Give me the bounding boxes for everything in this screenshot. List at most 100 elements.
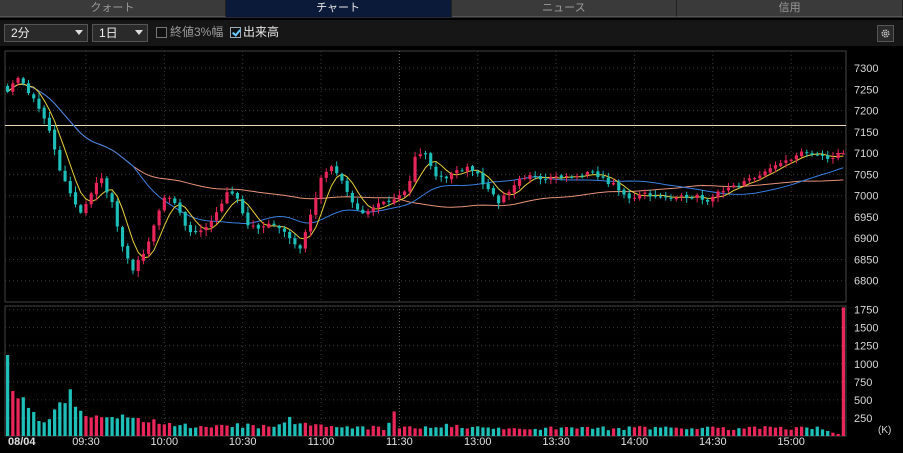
candle-body: [282, 228, 287, 232]
volume-bar: [585, 426, 590, 436]
candle-body: [167, 197, 172, 199]
volume-bar: [439, 427, 443, 436]
volume-bar: [79, 410, 83, 436]
candle-body: [627, 193, 631, 199]
candle-body: [277, 225, 281, 229]
volume-bar: [523, 429, 527, 436]
volume-bar: [16, 398, 20, 436]
volume-bar: [648, 429, 652, 436]
candle-body: [444, 176, 448, 179]
volume-bar: [538, 429, 543, 436]
volume-bar: [267, 426, 271, 436]
candle-body: [481, 172, 485, 185]
volume-bar: [611, 428, 616, 436]
candle-body: [141, 253, 145, 261]
tab-quote[interactable]: クォート: [0, 0, 226, 17]
candle-body: [408, 180, 412, 192]
volume-bar: [653, 427, 657, 436]
candle-body: [622, 189, 626, 195]
settings-button[interactable]: [877, 25, 894, 42]
volume-bar: [700, 427, 704, 436]
candle-body: [601, 176, 605, 178]
volume-checkbox[interactable]: [230, 27, 241, 38]
volume-bar: [230, 427, 234, 436]
candle-body: [836, 154, 840, 158]
volume-bar: [732, 429, 736, 436]
volume-bar: [638, 426, 642, 436]
candle-body: [256, 224, 260, 229]
volume-bar: [533, 428, 537, 436]
volume-bar: [517, 428, 522, 436]
volume-bar: [73, 406, 78, 436]
volume-bar: [366, 429, 370, 436]
volume-bar: [491, 428, 496, 436]
candle-body: [214, 212, 219, 221]
volume-bar: [162, 424, 166, 436]
candle-body: [340, 174, 344, 181]
price-chart[interactable]: 7300 7250 7200 7150 7100 7050 7000 6950 6900 6850…: [0, 46, 903, 453]
candle-body: [392, 199, 396, 204]
interval-select[interactable]: 2分: [4, 24, 88, 42]
candle-body: [465, 166, 469, 172]
volume-tick-label: 250: [854, 413, 872, 425]
volume-bar: [721, 427, 725, 436]
volume-bar: [308, 425, 313, 436]
volume-bar: [742, 428, 746, 436]
candle-body: [455, 170, 459, 174]
tab-news[interactable]: ニュース: [451, 0, 678, 17]
candle-body: [669, 197, 673, 199]
volume-bar: [361, 426, 365, 436]
period-select[interactable]: 1日: [92, 24, 148, 42]
time-tick-label: 10:30: [229, 436, 257, 448]
volume-bar: [408, 426, 412, 436]
candle-body: [632, 197, 637, 199]
time-tick-label: 13:30: [542, 436, 570, 448]
candle-body: [700, 194, 704, 200]
volume-bar: [89, 417, 93, 436]
volume-bar: [188, 428, 193, 436]
volume-bar: [486, 427, 490, 436]
volume-bar: [209, 427, 213, 436]
candle-body: [497, 195, 501, 204]
candle-body: [611, 182, 616, 185]
volume-bar: [575, 428, 579, 436]
volume-bar: [199, 426, 203, 436]
candle-body: [789, 159, 793, 161]
volume-bar: [497, 427, 501, 436]
volume-bar: [470, 427, 475, 436]
candle-body: [303, 232, 307, 249]
volume-label: 出来高: [243, 25, 280, 39]
volume-bar: [507, 428, 511, 436]
candle-body: [831, 157, 835, 159]
volume-bar: [5, 355, 10, 436]
close-3pct-checkbox[interactable]: [156, 27, 167, 38]
volume-bar: [601, 426, 605, 436]
candle-body: [6, 86, 10, 92]
volume-tick-label: 1250: [854, 341, 878, 353]
volume-bar: [68, 389, 72, 436]
volume-bar: [481, 427, 485, 436]
candle-body: [53, 129, 57, 150]
volume-bar: [711, 426, 715, 436]
candle-body: [110, 193, 114, 203]
candle-body: [251, 225, 255, 227]
candle-body: [16, 77, 20, 83]
tab-margin[interactable]: 信用: [677, 0, 903, 17]
candle-body: [695, 194, 699, 199]
candle-body: [413, 156, 417, 182]
candle-body: [157, 210, 161, 226]
volume-bar: [444, 423, 449, 436]
volume-bar: [382, 430, 386, 436]
candle-body: [815, 154, 819, 156]
candle-body: [194, 230, 198, 233]
candle-body: [235, 193, 240, 199]
volume-bar: [502, 429, 506, 436]
volume-bar: [47, 419, 52, 436]
tab-chart[interactable]: チャート: [225, 0, 452, 17]
interval-value: 2分: [11, 26, 30, 40]
volume-bar: [805, 427, 809, 436]
candle-body: [288, 231, 292, 239]
candle-body: [820, 154, 825, 156]
volume-bar: [126, 417, 130, 436]
candle-body: [528, 175, 532, 180]
